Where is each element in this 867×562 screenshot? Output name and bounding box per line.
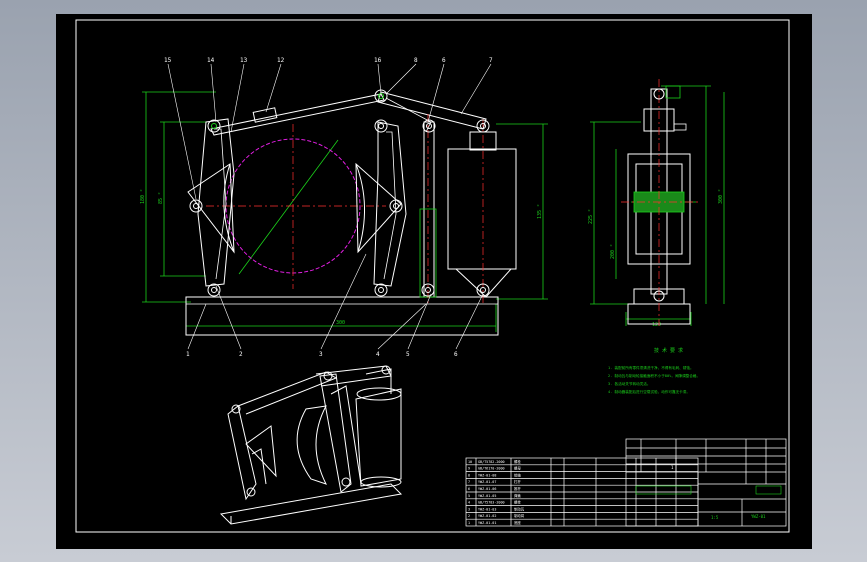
part-index: 3 bbox=[468, 507, 470, 511]
isometric-view bbox=[219, 365, 403, 525]
callout-2: 2 bbox=[239, 351, 243, 358]
notes-line-1: 1. 装配前所有零件须清洗干净，不得有毛刺、锈蚀。 bbox=[608, 365, 694, 370]
callout-5: 5 bbox=[406, 351, 410, 358]
part-index: 7 bbox=[468, 480, 470, 484]
part-name: 销轴 bbox=[514, 472, 521, 477]
dim-base-width: 300 bbox=[336, 320, 345, 326]
side-dim-left: 225 ° bbox=[588, 209, 594, 224]
scale-value: 1:5 bbox=[711, 515, 719, 520]
title-block bbox=[625, 438, 787, 527]
callout-4: 4 bbox=[376, 351, 380, 358]
thruster-body bbox=[447, 148, 517, 270]
callout-1: 1 bbox=[186, 351, 190, 358]
drawing-number: YWZ-01 bbox=[751, 514, 766, 519]
part-code: YWZ-01-08 bbox=[478, 473, 496, 477]
callout-15: 15 bbox=[164, 57, 172, 64]
front-view: 180 ° 85 ° 300 135 ° 15 14 13 12 16 8 6 … bbox=[140, 57, 548, 358]
notes-line-4: 4. 制动器装配后进行空载试验，动作可靠无卡滞。 bbox=[608, 389, 690, 394]
side-dim-mid: 200 ° bbox=[610, 244, 616, 259]
part-index: 8 bbox=[468, 473, 470, 477]
part-code: YWZ-01-05 bbox=[478, 494, 496, 498]
drawing-sheet: 180 ° 85 ° 300 135 ° 15 14 13 12 16 8 6 … bbox=[56, 14, 812, 549]
part-index: 1 bbox=[468, 521, 470, 525]
part-name: 螺母 bbox=[514, 466, 521, 471]
part-index: 4 bbox=[468, 501, 470, 505]
part-code: GB/T5782-2000 bbox=[478, 460, 505, 464]
part-name: 制动瓦 bbox=[514, 506, 525, 511]
part-name: 螺栓 bbox=[514, 459, 521, 464]
part-name: 制动臂 bbox=[514, 513, 525, 518]
side-dim-right: 300 ° bbox=[718, 189, 724, 204]
notes-line-2: 2. 制动瓦与制动轮接触面积不小于80%，间隙调整合格。 bbox=[608, 373, 700, 378]
part-code: YWZ-01-03 bbox=[478, 507, 496, 511]
part-code: YWZ-01-06 bbox=[478, 487, 496, 491]
notes-line-3: 3. 各活动关节转动灵活。 bbox=[608, 381, 650, 386]
part-name: 弹簧 bbox=[514, 493, 521, 498]
callout-8: 8 bbox=[414, 57, 418, 64]
dim-inner-height: 85 ° bbox=[158, 192, 164, 204]
dim-right-height: 135 ° bbox=[537, 204, 543, 219]
side-dim-bottom: 120 bbox=[652, 322, 661, 328]
base-plate bbox=[185, 296, 499, 336]
callout-13: 13 bbox=[240, 57, 248, 64]
notes-title: 技 术 要 求 bbox=[654, 347, 683, 354]
side-view: 225 ° 200 ° 300 ° 120 bbox=[588, 79, 725, 328]
callout-3: 3 bbox=[319, 351, 323, 358]
part-index: 9 bbox=[468, 467, 470, 471]
part-name: 杠杆 bbox=[514, 479, 521, 484]
part-index: 10 bbox=[468, 460, 472, 464]
dim-overall-height: 180 ° bbox=[140, 189, 146, 204]
part-index: 6 bbox=[468, 487, 470, 491]
part-code: GB/T6170-2000 bbox=[478, 467, 505, 471]
part-name: 底座 bbox=[514, 520, 521, 525]
part-code: YWZ-01-01 bbox=[478, 521, 496, 525]
part-name: 推杆 bbox=[514, 486, 521, 491]
callout-16: 16 bbox=[374, 57, 382, 64]
part-code: GB/T5783-2000 bbox=[478, 501, 505, 505]
part-index: 2 bbox=[468, 514, 470, 518]
callout-7: 7 bbox=[489, 57, 493, 64]
callout-14: 14 bbox=[207, 57, 215, 64]
callout-6-top: 6 bbox=[442, 57, 446, 64]
callout-12: 12 bbox=[277, 57, 285, 64]
sheet-value: 1 bbox=[671, 465, 674, 470]
part-name: 螺栓 bbox=[514, 500, 521, 505]
part-code: YWZ-01-07 bbox=[478, 480, 496, 484]
callout-6-bottom: 6 bbox=[454, 351, 458, 358]
technical-notes: 技 术 要 求 1. 装配前所有零件须清洗干净，不得有毛刺、锈蚀。 2. 制动瓦… bbox=[608, 347, 700, 394]
drawing-canvas: 180 ° 85 ° 300 135 ° 15 14 13 12 16 8 6 … bbox=[75, 19, 790, 533]
part-code: YWZ-01-02 bbox=[478, 514, 496, 518]
cad-viewport: 180 ° 85 ° 300 135 ° 15 14 13 12 16 8 6 … bbox=[0, 0, 867, 562]
part-index: 5 bbox=[468, 494, 470, 498]
